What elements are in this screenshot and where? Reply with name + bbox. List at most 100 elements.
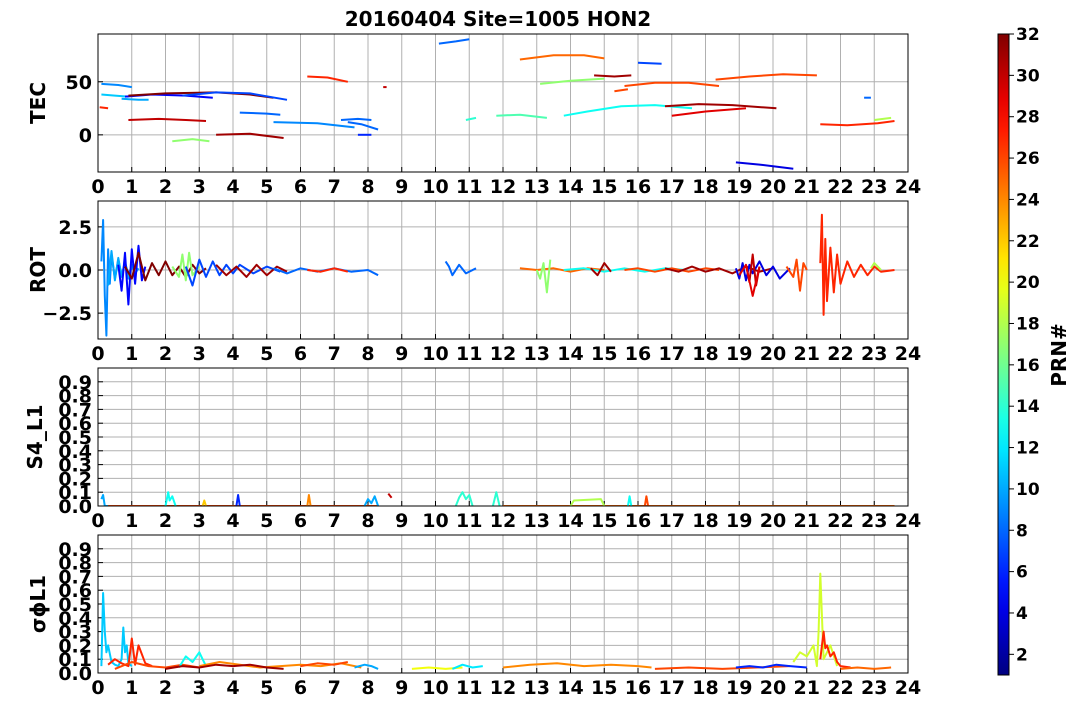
- panels: 0 1 2 3 4 5 6 7 8 9 10 11 12 13 14 15 16 17 18 19 20 21 22 23 24…: [23, 33, 921, 699]
- x-tick-label: 1: [125, 343, 138, 365]
- x-tick-label: 22: [827, 176, 853, 198]
- x-tick-label: 7: [328, 510, 341, 532]
- x-tick-label: 2: [159, 176, 172, 198]
- x-tick-label: 18: [692, 176, 718, 198]
- x-tick-label: 8: [361, 677, 374, 699]
- x-tick-label: 6: [294, 343, 307, 365]
- colorbar-tick-label: 14: [1016, 397, 1040, 417]
- x-tick-label: 13: [524, 677, 550, 699]
- x-tick-label: 6: [294, 510, 307, 532]
- x-tick-label: 12: [490, 176, 516, 198]
- x-tick-label: 13: [524, 343, 550, 365]
- colorbar-tick-label: 24: [1016, 190, 1040, 210]
- x-tick-label: 3: [193, 176, 206, 198]
- colorbar-tick-label: 8: [1016, 521, 1028, 541]
- x-tick-label: 19: [726, 176, 752, 198]
- x-tick-label: 9: [395, 677, 408, 699]
- series-prn-25: [840, 666, 892, 670]
- x-tick-label: 19: [726, 343, 752, 365]
- x-tick-label: 11: [456, 510, 482, 532]
- x-tick-label: 24: [895, 176, 921, 198]
- x-tick-label: 1: [125, 677, 138, 699]
- colorbar: 2468101214161820222426283032PRN#: [997, 25, 1071, 676]
- x-tick-label: 19: [726, 510, 752, 532]
- x-tick-label: 5: [260, 176, 273, 198]
- colorbar-label: PRN#: [1047, 323, 1071, 387]
- x-tick-label: 14: [557, 176, 583, 198]
- x-tick-label: 19: [726, 677, 752, 699]
- y-axis-label: σϕL1: [26, 575, 50, 633]
- x-tick-label: 9: [395, 343, 408, 365]
- colorbar-tick-label: 30: [1016, 66, 1040, 86]
- x-tick-label: 16: [625, 176, 651, 198]
- x-tick-label: 0: [91, 677, 104, 699]
- chart-title: 20160404 Site=1005 HON2: [345, 7, 651, 31]
- x-tick-label: 20: [760, 176, 786, 198]
- x-tick-label: 4: [226, 176, 239, 198]
- x-tick-label: 24: [895, 343, 921, 365]
- figure: 20160404 Site=1005 HON2 0 1 2 3 4 5 6 7 8 9 10 11 12…: [23, 7, 1071, 699]
- x-tick-label: 14: [557, 343, 583, 365]
- colorbar-tick-label: 32: [1016, 25, 1040, 45]
- x-tick-label: 2: [159, 510, 172, 532]
- x-tick-label: 1: [125, 176, 138, 198]
- x-tick-label: 16: [625, 510, 651, 532]
- x-tick-label: 7: [328, 343, 341, 365]
- series-prn-7: [637, 61, 662, 65]
- x-tick-label: 18: [692, 510, 718, 532]
- x-tick-label: 3: [193, 343, 206, 365]
- colorbar-tick-label: 20: [1016, 273, 1040, 293]
- colorbar-tick-label: 10: [1016, 480, 1040, 500]
- x-tick-label: 14: [557, 677, 583, 699]
- x-tick-label: 11: [456, 176, 482, 198]
- x-tick-label: 2: [159, 343, 172, 365]
- colorbar-tick-label: 28: [1016, 108, 1040, 128]
- x-tick-label: 22: [827, 343, 853, 365]
- colorbar-tick-label: 4: [1016, 604, 1028, 624]
- x-tick-label: 10: [422, 677, 448, 699]
- x-tick-label: 21: [794, 176, 820, 198]
- x-tick-label: 23: [861, 343, 887, 365]
- x-tick-label: 23: [861, 510, 887, 532]
- x-tick-label: 17: [659, 343, 685, 365]
- x-tick-label: 14: [557, 510, 583, 532]
- x-tick-label: 23: [861, 176, 887, 198]
- panel-4: 0 1 2 3 4 5 6 7 8 9 10 11 12 13 14 15 16 17 18 19 20 21 22 23 24…: [26, 534, 921, 699]
- x-tick-label: 15: [591, 677, 617, 699]
- colorbar-tick-label: 18: [1016, 314, 1040, 334]
- x-tick-label: 3: [193, 677, 206, 699]
- x-tick-label: 17: [659, 677, 685, 699]
- x-tick-label: 24: [895, 510, 921, 532]
- x-tick-label: 15: [591, 343, 617, 365]
- x-tick-label: 11: [456, 677, 482, 699]
- panel-1: 0 1 2 3 4 5 6 7 8 9 10 11 12 13 14 15 16 17 18 19 20 21 22 23 24…: [26, 33, 921, 198]
- x-tick-label: 6: [294, 176, 307, 198]
- series-prn-8: [340, 117, 372, 121]
- x-tick-label: 22: [827, 677, 853, 699]
- x-tick-label: 2: [159, 677, 172, 699]
- panel-2: 0 1 2 3 4 5 6 7 8 9 10 11 12 13 14 15 16 17 18 19 20 21 22 23 24…: [26, 200, 921, 365]
- x-tick-label: 21: [794, 343, 820, 365]
- y-tick-label: 0.9: [58, 372, 92, 394]
- x-tick-label: 12: [490, 677, 516, 699]
- y-tick-label: 0.9: [58, 539, 92, 561]
- x-tick-label: 10: [422, 176, 448, 198]
- x-tick-label: 6: [294, 677, 307, 699]
- x-tick-label: 0: [91, 510, 104, 532]
- x-tick-label: 18: [692, 677, 718, 699]
- x-tick-label: 13: [524, 176, 550, 198]
- x-tick-label: 10: [422, 343, 448, 365]
- colorbar-tick-label: 26: [1016, 149, 1040, 169]
- colorbar-tick-label: 6: [1016, 563, 1028, 583]
- x-tick-label: 24: [895, 677, 921, 699]
- x-tick-label: 5: [260, 510, 273, 532]
- series-prn-31: [594, 74, 632, 78]
- x-tick-label: 0: [91, 343, 104, 365]
- x-tick-label: 23: [861, 677, 887, 699]
- x-tick-label: 15: [591, 510, 617, 532]
- y-tick-label: 0.0: [58, 260, 92, 282]
- x-tick-label: 4: [226, 677, 239, 699]
- x-tick-label: 18: [692, 343, 718, 365]
- y-tick-label: 50: [66, 72, 92, 94]
- y-axis-label: TEC: [26, 82, 50, 124]
